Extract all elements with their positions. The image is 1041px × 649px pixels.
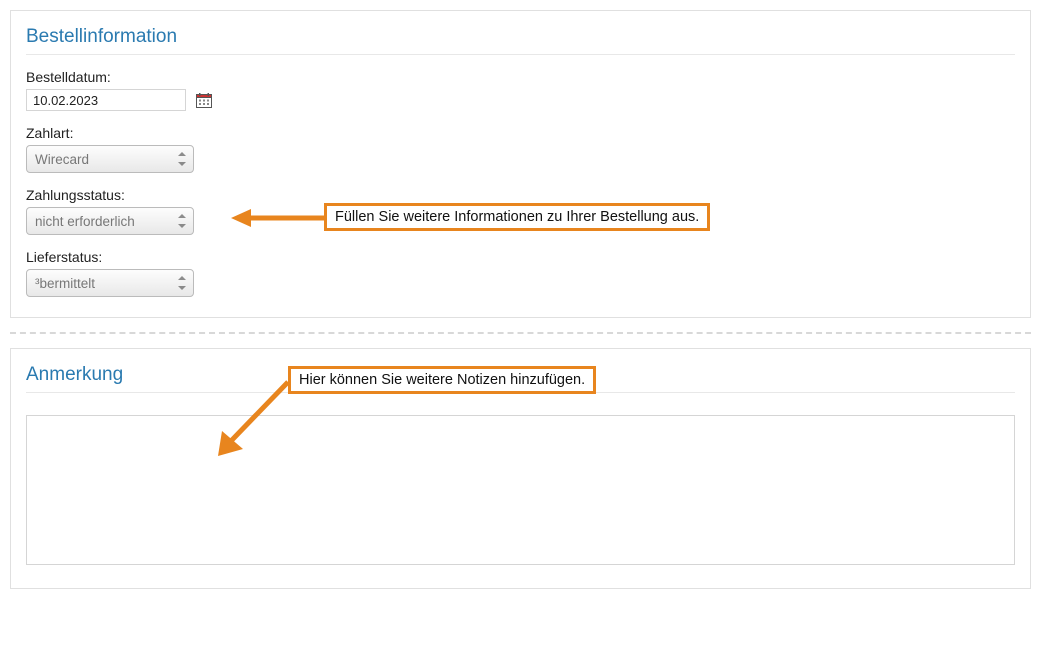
payment-type-label: Zahlart: [26,125,1015,141]
order-info-title: Bestellinformation [26,26,1015,55]
delivery-status-group: Lieferstatus: ³bermittelt [26,249,1015,297]
payment-type-value: Wirecard [35,152,89,167]
payment-status-label: Zahlungsstatus: [26,187,1015,203]
note-callout: Hier können Sie weitere Notizen hinzufüg… [288,366,596,394]
payment-status-value: nicht erforderlich [35,214,135,229]
section-divider [10,332,1031,334]
delivery-status-value: ³bermittelt [35,276,95,291]
payment-type-select[interactable]: Wirecard [26,145,194,173]
chevron-updown-icon [177,152,187,166]
chevron-updown-icon [177,214,187,228]
calendar-icon[interactable] [196,93,212,108]
delivery-status-label: Lieferstatus: [26,249,1015,265]
order-date-group: Bestelldatum: [26,69,1015,111]
arrow-icon [231,209,326,229]
payment-type-group: Zahlart: Wirecard [26,125,1015,173]
arrow-icon [206,378,296,468]
chevron-updown-icon [177,276,187,290]
order-info-callout: Füllen Sie weitere Informationen zu Ihre… [324,203,710,231]
order-date-input[interactable] [26,89,186,111]
payment-status-select[interactable]: nicht erforderlich [26,207,194,235]
order-date-row [26,89,1015,111]
order-date-label: Bestelldatum: [26,69,1015,85]
order-info-panel: Bestellinformation Bestelldatum: [10,10,1031,318]
delivery-status-select[interactable]: ³bermittelt [26,269,194,297]
note-panel-wrap: Hier können Sie weitere Notizen hinzufüg… [10,348,1031,589]
note-textarea[interactable] [26,415,1015,565]
